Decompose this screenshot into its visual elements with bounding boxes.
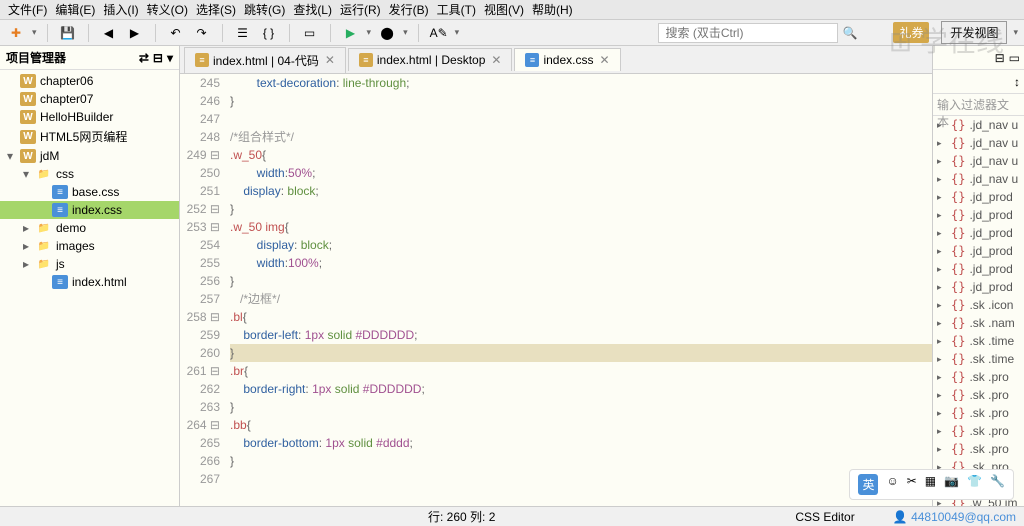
debug-button[interactable]: ⬤	[377, 23, 397, 43]
tree-item[interactable]: ▸📁js	[0, 255, 179, 273]
outline-item[interactable]: ▸{}.jd_prod	[933, 188, 1024, 206]
outline-item[interactable]: ▸{}.jd_nav u	[933, 152, 1024, 170]
forward-button[interactable]: ▶	[125, 23, 145, 43]
sidebar: 项目管理器 ⇄ ⊟ ▾ Wchapter06Wchapter07WHelloHB…	[0, 46, 180, 506]
undo-button[interactable]: ↶	[166, 23, 186, 43]
menu-item[interactable]: 编辑(E)	[51, 1, 99, 18]
back-button[interactable]: ◀	[99, 23, 119, 43]
sidebar-title: 项目管理器	[6, 49, 66, 66]
close-icon[interactable]: ✕	[599, 53, 609, 67]
align-button[interactable]: ☰	[233, 23, 253, 43]
outline-item[interactable]: ▸{}.jd_nav u	[933, 170, 1024, 188]
redo-button[interactable]: ↷	[192, 23, 212, 43]
menu-item[interactable]: 转义(O)	[143, 1, 192, 18]
float-icon[interactable]: ☺	[886, 474, 898, 495]
menubar: 文件(F)编辑(E)插入(I)转义(O)选择(S)跳转(G)查找(L)运行(R)…	[0, 0, 1024, 20]
menu-item[interactable]: 视图(V)	[480, 1, 528, 18]
menu-item[interactable]: 运行(R)	[336, 1, 385, 18]
view-mode-button[interactable]: 开发视图	[941, 21, 1007, 44]
outline-item[interactable]: ▸{}.jd_prod	[933, 260, 1024, 278]
menu-item[interactable]: 工具(T)	[433, 1, 480, 18]
outline-item[interactable]: ▸{}.sk .pro	[933, 422, 1024, 440]
outline-item[interactable]: ▸{}.sk .pro	[933, 386, 1024, 404]
float-icon[interactable]: ✂	[907, 474, 917, 495]
sort-icon[interactable]: ↕	[1014, 75, 1020, 89]
filter-input[interactable]: 输入过滤器文本	[933, 94, 1024, 116]
tree-item[interactable]: Wchapter07	[0, 90, 179, 108]
outline-list: ▸{}.jd_nav u▸{}.jd_nav u▸{}.jd_nav u▸{}.…	[933, 116, 1024, 506]
float-icon[interactable]: 📷	[944, 474, 959, 495]
tree-item[interactable]: ≡index.css	[0, 201, 179, 219]
menu-icon[interactable]: ▾	[167, 51, 173, 65]
outline-item[interactable]: ▸{}.jd_nav u	[933, 134, 1024, 152]
tree-item[interactable]: ▾📁css	[0, 165, 179, 183]
float-icon[interactable]: 英	[858, 474, 878, 495]
tree-item[interactable]: ≡base.css	[0, 183, 179, 201]
editor-tab[interactable]: ≡index.css✕	[514, 48, 620, 71]
outline-item[interactable]: ▸{}.sk .time	[933, 350, 1024, 368]
editor-type: CSS Editor	[795, 510, 854, 524]
tree-item[interactable]: ▾WjdM	[0, 147, 179, 165]
outline-item[interactable]: ▸{}.jd_prod	[933, 224, 1024, 242]
status-email[interactable]: 👤 44810049@qq.com	[893, 510, 1016, 524]
tree-item[interactable]: ≡index.html	[0, 273, 179, 291]
tree-item[interactable]: WHelloHBuilder	[0, 108, 179, 126]
new-button[interactable]: ✚	[6, 23, 26, 43]
tree-item[interactable]: Wchapter06	[0, 72, 179, 90]
search-input[interactable]	[658, 23, 838, 43]
editor-tabs: ≡index.html | 04-代码✕≡index.html | Deskto…	[180, 46, 932, 74]
text-button[interactable]: A✎	[429, 23, 449, 43]
float-icon[interactable]: 🔧	[990, 474, 1005, 495]
outline-item[interactable]: ▸{}.sk .pro	[933, 440, 1024, 458]
menu-item[interactable]: 帮助(H)	[528, 1, 577, 18]
code-editor[interactable]: 245246247248249 ⊟250251252 ⊟253 ⊟2542552…	[180, 74, 932, 506]
gutter: 245246247248249 ⊟250251252 ⊟253 ⊟2542552…	[180, 74, 230, 506]
tree-item[interactable]: ▸📁images	[0, 237, 179, 255]
panel-min-icon[interactable]: ⊟	[995, 51, 1005, 65]
outline-item[interactable]: ▸{}.jd_prod	[933, 206, 1024, 224]
code-lines[interactable]: text-decoration: line-through;} /*组合样式*/…	[230, 74, 932, 506]
outline-item[interactable]: ▸{}.sk .pro	[933, 404, 1024, 422]
outline-item[interactable]: ▸{}.sk .pro	[933, 368, 1024, 386]
cursor-position: 行: 260 列: 2	[428, 508, 495, 525]
tree-item[interactable]: WHTML5网页编程	[0, 126, 179, 147]
menu-item[interactable]: 插入(I)	[99, 1, 142, 18]
menu-item[interactable]: 文件(F)	[4, 1, 51, 18]
outline-item[interactable]: ▸{}.jd_prod	[933, 278, 1024, 296]
outline-item[interactable]: ▸{}.jd_prod	[933, 242, 1024, 260]
menu-item[interactable]: 选择(S)	[192, 1, 240, 18]
search-icon[interactable]: 🔍	[842, 26, 857, 40]
float-icon[interactable]: 👕	[967, 474, 982, 495]
editor-tab[interactable]: ≡index.html | Desktop✕	[348, 48, 513, 71]
toolbar: ✚ ▾ 💾 ◀ ▶ ↶ ↷ ☰ { } ▭ ▶ ▾ ⬤ ▾ A✎ ▾ 🔍 礼券 …	[0, 20, 1024, 46]
editor-tab[interactable]: ≡index.html | 04-代码✕	[184, 47, 346, 73]
panel-max-icon[interactable]: ▭	[1009, 51, 1020, 65]
statusbar: 行: 260 列: 2 CSS Editor 👤 44810049@qq.com	[0, 506, 1024, 526]
run-button[interactable]: ▶	[341, 23, 361, 43]
floating-toolbar: 英 ☺ ✂ ▦ 📷 👕 🔧	[849, 469, 1014, 500]
outline-panel: ⊟ ▭ ↕ 输入过滤器文本 ▸{}.jd_nav u▸{}.jd_nav u▸{…	[932, 46, 1024, 506]
close-icon[interactable]: ✕	[325, 53, 335, 67]
outline-item[interactable]: ▸{}.sk .nam	[933, 314, 1024, 332]
outline-item[interactable]: ▸{}.jd_nav u	[933, 116, 1024, 134]
menu-item[interactable]: 查找(L)	[289, 1, 336, 18]
outline-item[interactable]: ▸{}.sk .icon	[933, 296, 1024, 314]
outline-item[interactable]: ▸{}.sk .time	[933, 332, 1024, 350]
badge[interactable]: 礼券	[893, 22, 929, 43]
brackets-button[interactable]: { }	[259, 23, 279, 43]
menu-item[interactable]: 跳转(G)	[240, 1, 289, 18]
tree-item[interactable]: ▸📁demo	[0, 219, 179, 237]
link-icon[interactable]: ⇄	[139, 51, 149, 65]
float-icon[interactable]: ▦	[925, 474, 936, 495]
preview-button[interactable]: ▭	[300, 23, 320, 43]
save-button[interactable]: 💾	[58, 23, 78, 43]
project-tree: Wchapter06Wchapter07WHelloHBuilderWHTML5…	[0, 70, 179, 506]
collapse-icon[interactable]: ⊟	[153, 51, 163, 65]
menu-item[interactable]: 发行(B)	[385, 1, 433, 18]
close-icon[interactable]: ✕	[491, 53, 501, 67]
